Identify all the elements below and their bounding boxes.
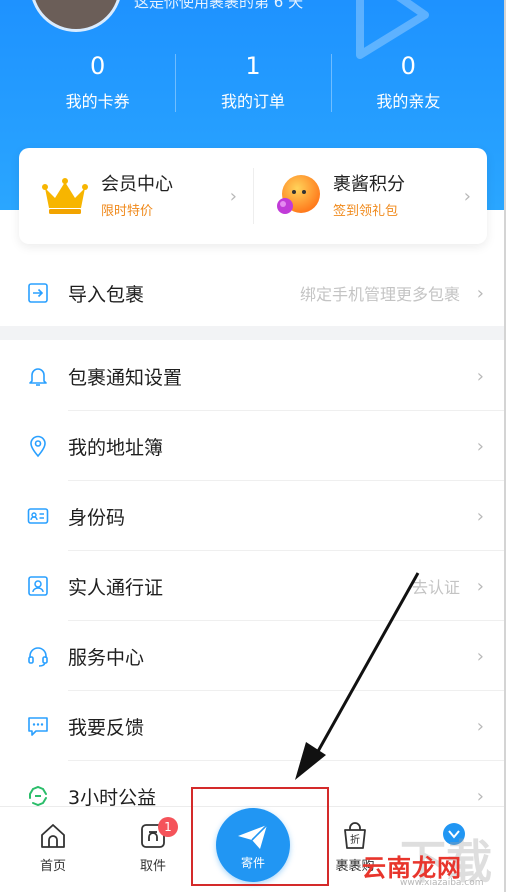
import-parcels-row[interactable]: 导入包裹 绑定手机管理更多包裹 › <box>0 258 506 328</box>
chevron-right-icon: › <box>476 505 484 527</box>
mascot-ball-icon <box>277 175 320 214</box>
tab-pickup-label: 取件 <box>139 859 166 874</box>
import-parcels-hint: 绑定手机管理更多包裹 <box>299 285 460 304</box>
import-parcels-label: 导入包裹 <box>68 283 145 306</box>
chevron-right-icon: › <box>463 186 471 207</box>
stat-coupons[interactable]: 0 我的卡券 <box>20 50 175 120</box>
menu-item-label: 服务中心 <box>68 646 145 669</box>
verify-hint: 去认证 <box>411 578 460 597</box>
menu-item-label: 我要反馈 <box>68 716 145 739</box>
relatives-count: 0 <box>400 52 416 80</box>
menu-item-service-center[interactable]: 服务中心 › <box>0 621 506 691</box>
chevron-right-icon: › <box>476 785 484 807</box>
menu-item-label: 我的地址簿 <box>68 436 164 459</box>
shopping-bag-icon: 折 <box>344 822 366 849</box>
coupons-label: 我的卡券 <box>65 92 130 111</box>
home-icon <box>41 824 65 848</box>
menu-item-label: 实人通行证 <box>68 576 164 599</box>
relatives-label: 我的亲友 <box>376 92 441 111</box>
stats-row: 0 我的卡券 1 我的订单 0 我的亲友 <box>20 50 486 120</box>
menu-item-notification-settings[interactable]: 包裹通知设置 › <box>0 341 506 411</box>
section-divider <box>0 326 506 340</box>
discount-glyph: 折 <box>350 833 360 846</box>
menu-item-address-book[interactable]: 我的地址簿 › <box>0 411 506 481</box>
chevron-right-icon: › <box>476 282 484 304</box>
stat-orders[interactable]: 1 我的订单 <box>175 50 330 120</box>
member-points-card: 会员中心 限时特价 › 裹酱积分 签到领礼包 › <box>19 148 487 244</box>
feedback-bubble-icon <box>28 717 48 736</box>
chevron-right-icon: › <box>476 645 484 667</box>
member-center-entry[interactable]: 会员中心 限时特价 › <box>19 148 253 244</box>
person-badge-icon <box>28 576 48 596</box>
send-parcel-button[interactable]: 寄件 <box>216 808 290 882</box>
bell-icon <box>29 368 47 386</box>
chevron-right-icon: › <box>476 435 484 457</box>
orders-label: 我的订单 <box>220 92 285 111</box>
avatar[interactable] <box>30 0 122 32</box>
member-center-title: 会员中心 <box>101 174 173 195</box>
chevron-right-icon: › <box>229 186 237 207</box>
coupons-count: 0 <box>90 52 106 80</box>
chevron-right-icon: › <box>476 715 484 737</box>
points-entry[interactable]: 裹酱积分 签到领礼包 › <box>253 148 487 244</box>
menu-item-label: 身份码 <box>68 506 126 529</box>
usage-days-text: 这是你使用裹裹的第 6 天 <box>134 0 304 11</box>
chevron-right-icon: › <box>476 575 484 597</box>
crown-icon <box>42 178 88 214</box>
charity-icon <box>29 785 47 807</box>
tab-pickup[interactable]: 1 取件 <box>118 817 188 874</box>
tab-home-label: 首页 <box>39 859 66 874</box>
points-title: 裹酱积分 <box>333 174 405 195</box>
member-center-subtitle: 限时特价 <box>101 204 154 219</box>
menu-item-feedback[interactable]: 我要反馈 › <box>0 691 506 761</box>
pickup-badge: 1 <box>158 817 178 837</box>
chevron-right-icon: › <box>476 365 484 387</box>
headset-icon <box>28 647 48 667</box>
location-pin-icon <box>30 435 46 458</box>
stat-relatives[interactable]: 0 我的亲友 <box>330 50 486 120</box>
import-icon <box>28 283 48 303</box>
menu-item-identity-code[interactable]: 身份码 › <box>0 481 506 551</box>
paper-plane-icon <box>238 824 268 849</box>
orders-count: 1 <box>245 52 261 80</box>
watermark-url: www.xiazaiba.com <box>400 878 484 888</box>
menu-item-real-person-pass[interactable]: 实人通行证 去认证 › <box>0 551 506 621</box>
tab-home[interactable]: 首页 <box>18 821 88 874</box>
points-subtitle: 签到领礼包 <box>333 204 399 219</box>
id-card-icon <box>27 508 49 524</box>
send-parcel-label: 寄件 <box>240 856 265 870</box>
menu-item-label: 包裹通知设置 <box>68 366 183 389</box>
